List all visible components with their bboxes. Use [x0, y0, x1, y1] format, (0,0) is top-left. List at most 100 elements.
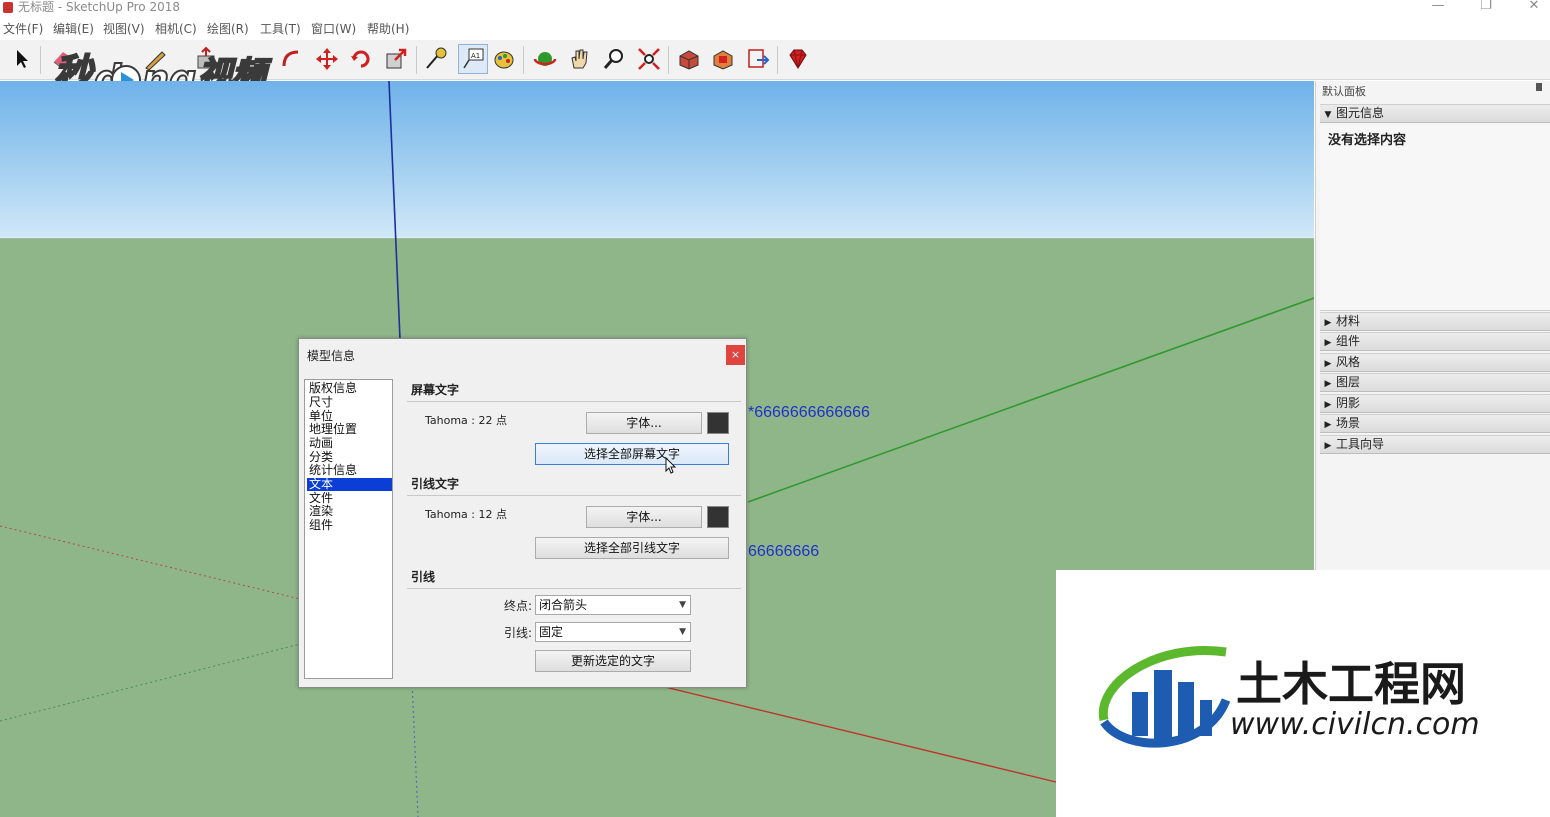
entity-info-body: 没有选择内容 [1320, 125, 1550, 311]
dialog-title: 模型信息 [307, 349, 356, 363]
leader-text-font-info: Tahoma : 12 点 [425, 508, 507, 521]
menu-file[interactable]: 文件(F) [3, 21, 43, 37]
svg-text:www.civilcn.com: www.civilcn.com [1230, 707, 1480, 742]
tray-section-components[interactable]: ▶ 组件 [1320, 332, 1550, 351]
menu-help[interactable]: 帮助(H) [367, 21, 409, 37]
blue-axis-line [388, 81, 401, 340]
leader-text-font-button[interactable]: 字体... [586, 506, 702, 528]
collapsed-arrow-icon: ▶ [1324, 400, 1332, 410]
category-item[interactable]: 地理位置 [307, 423, 392, 436]
menu-window[interactable]: 窗口(W) [311, 21, 356, 37]
leader-text-section-title: 引线文字 [411, 477, 460, 491]
extension-warehouse-icon[interactable] [708, 44, 738, 74]
section-divider [407, 588, 741, 589]
no-selection-text: 没有选择内容 [1328, 133, 1407, 148]
tray-section-styles[interactable]: ▶ 风格 [1320, 353, 1550, 372]
toolbar-separator [777, 46, 778, 74]
orbit-icon[interactable] [530, 44, 560, 74]
pin-icon[interactable] [1536, 83, 1542, 91]
dialog-close-button[interactable]: × [726, 345, 745, 365]
toolbar-separator [416, 46, 417, 74]
toolbar-separator [668, 46, 669, 74]
restore-button[interactable]: ❐ [1474, 0, 1498, 15]
model-info-dialog: 模型信息 × 版权信息 尺寸 单位 地理位置 动画 分类 统计信息 文本 文件 … [298, 338, 747, 688]
menu-camera[interactable]: 相机(C) [155, 21, 197, 37]
leader-text-color-swatch[interactable] [707, 506, 729, 528]
paint-icon[interactable] [489, 44, 519, 74]
screen-text-annotation[interactable]: *6666666666666 [748, 404, 870, 422]
collapsed-arrow-icon: ▶ [1324, 420, 1332, 430]
zoom-extents-icon[interactable] [634, 44, 664, 74]
zoom-magnifier-icon[interactable] [599, 44, 629, 74]
title-bar: 无标题 - SketchUp Pro 2018 — ❐ ✕ [0, 0, 1550, 16]
category-item-selected[interactable]: 文本 [307, 478, 392, 491]
section-divider [407, 401, 741, 402]
collapsed-arrow-icon: ▶ [1324, 441, 1332, 451]
expand-arrow-icon: ▼ [1324, 110, 1332, 120]
collapsed-arrow-icon: ▶ [1324, 359, 1332, 369]
category-item[interactable]: 统计信息 [307, 464, 392, 477]
select-all-leader-text-button[interactable]: 选择全部引线文字 [535, 537, 729, 559]
blue-axis-dashed [411, 680, 419, 817]
3d-warehouse-icon[interactable] [674, 44, 704, 74]
tape-measure-icon[interactable] [421, 44, 451, 74]
civilcn-logo-overlay: 土木工程网 www.civilcn.com [1056, 570, 1550, 817]
select-arrow-icon[interactable] [6, 44, 36, 74]
window-title: 无标题 - SketchUp Pro 2018 [18, 0, 180, 14]
toolbar-separator [40, 46, 41, 74]
category-item[interactable]: 尺寸 [307, 396, 392, 409]
screen-text-font-button[interactable]: 字体... [586, 412, 702, 434]
menu-draw[interactable]: 绘图(R) [207, 21, 249, 37]
red-axis-dashed [0, 525, 301, 600]
endpoint-label: 终点: [503, 599, 532, 613]
category-item[interactable]: 动画 [307, 437, 392, 450]
civilcn-logo: 土木工程网 www.civilcn.com [1098, 646, 1480, 748]
update-selected-text-button[interactable]: 更新选定的文字 [535, 650, 691, 672]
entity-info-label: 图元信息 [1336, 106, 1385, 120]
tray-section-instructor[interactable]: ▶ 工具向导 [1320, 435, 1550, 454]
tray-section-materials[interactable]: ▶ 材料 [1320, 312, 1550, 331]
scale-icon[interactable] [381, 44, 411, 74]
tray-title: 默认面板 [1322, 85, 1366, 98]
menu-edit[interactable]: 编辑(E) [53, 21, 94, 37]
tray-section-shadows[interactable]: ▶ 阴影 [1320, 394, 1550, 413]
mouse-cursor-icon [665, 457, 677, 474]
menu-bar: 文件(F) 编辑(E) 视图(V) 相机(C) 绘图(R) 工具(T) 窗口(W… [0, 18, 1550, 40]
layout-icon[interactable] [743, 44, 773, 74]
category-item[interactable]: 组件 [307, 519, 392, 532]
section-divider [407, 495, 741, 496]
leader-section-title: 引线 [411, 570, 436, 584]
screen-text-color-swatch[interactable] [707, 412, 729, 434]
screen-text-font-info: Tahoma : 22 点 [425, 414, 507, 427]
collapsed-arrow-icon: ▶ [1324, 379, 1332, 389]
leader-label: 引线: [503, 626, 532, 640]
sketchup-app-icon [3, 2, 13, 13]
endpoint-select[interactable]: 闭合箭头 ▼ [535, 595, 691, 615]
move-icon[interactable] [312, 44, 342, 74]
leader-select-value: 固定 [539, 625, 564, 639]
collapsed-arrow-icon: ▶ [1324, 338, 1332, 348]
menu-tools[interactable]: 工具(T) [260, 21, 301, 37]
screen-text-section-title: 屏幕文字 [411, 383, 460, 397]
entity-info-header[interactable]: ▼ 图元信息 [1320, 104, 1550, 123]
ruby-icon[interactable] [783, 44, 813, 74]
leader-select[interactable]: 固定 ▼ [535, 622, 691, 642]
tray-section-layers[interactable]: ▶ 图层 [1320, 373, 1550, 392]
category-item[interactable]: 渲染 [307, 505, 392, 518]
pan-hand-icon[interactable] [565, 44, 595, 74]
toolbar-separator [523, 46, 524, 74]
leader-text-annotation[interactable]: 66666666 [748, 543, 819, 561]
minimize-button[interactable]: — [1426, 0, 1450, 15]
close-window-button[interactable]: ✕ [1522, 0, 1546, 15]
green-axis-dashed [0, 643, 301, 722]
rotate-icon[interactable] [346, 44, 376, 74]
select-all-screen-text-button[interactable]: 选择全部屏幕文字 [535, 443, 729, 465]
collapsed-arrow-icon: ▶ [1324, 318, 1332, 328]
chevron-down-icon: ▼ [679, 600, 686, 610]
text-tool-icon[interactable]: A1 [458, 44, 488, 74]
red-axis-line [664, 686, 1061, 784]
category-item[interactable]: 版权信息 [307, 382, 392, 395]
tray-section-scenes[interactable]: ▶ 场景 [1320, 414, 1550, 433]
endpoint-select-value: 闭合箭头 [539, 598, 588, 612]
menu-view[interactable]: 视图(V) [103, 21, 145, 37]
